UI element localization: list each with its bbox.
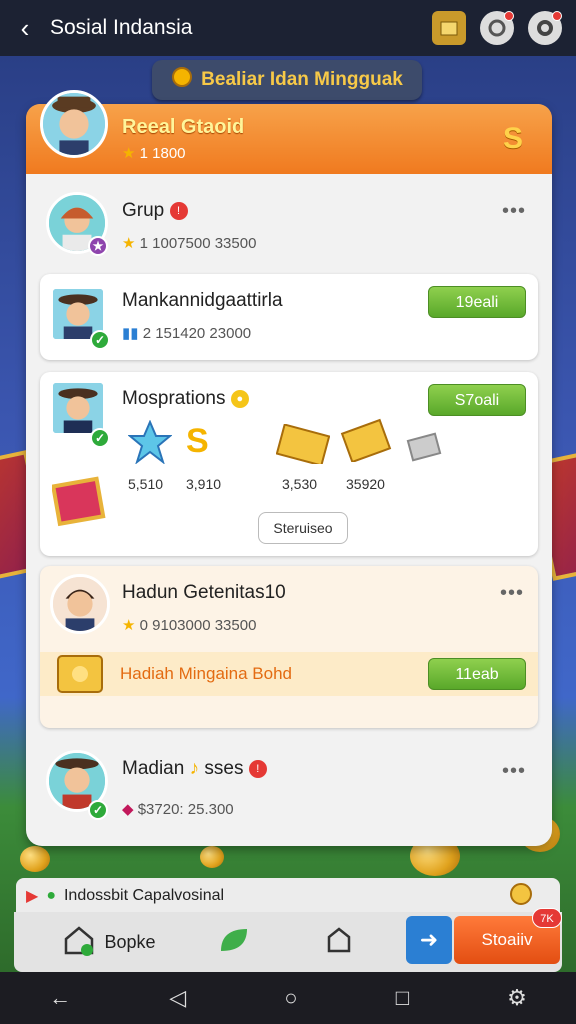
tab-home-label: Bopke (104, 931, 156, 952)
gold-box-icon (275, 423, 331, 469)
mosp-title: Mosprations ● (122, 388, 249, 410)
grup-title: Grup ! (122, 200, 188, 222)
share-button[interactable]: ➜ (406, 916, 452, 964)
status-dot-icon: ● (46, 887, 56, 904)
mosp-title-text: Mosprations (122, 388, 226, 409)
check-icon: ✓ (90, 428, 110, 448)
mankan-stat-value: 2 151420 23000 (142, 325, 252, 342)
coin-decoration (200, 846, 224, 868)
more-options-icon[interactable]: ••• (502, 200, 526, 223)
player-points: ★ 1 1800 (122, 144, 186, 162)
gem-icon: ◆ (122, 801, 134, 818)
grup-stat: ★ 1 1007500 33500 (122, 234, 256, 252)
madian-title-suffix: sses (204, 758, 244, 779)
madian-title-text: Madian (122, 758, 185, 779)
tab-leaf[interactable] (194, 912, 274, 972)
star-icon: ★ (122, 145, 136, 162)
notification-dot (504, 11, 514, 21)
badge-icon: ★ (88, 236, 108, 256)
hadun-title: Hadun Getenitas10 (122, 582, 286, 603)
chest-icon (50, 472, 108, 533)
coin-decoration (20, 846, 50, 872)
back-triangle-icon[interactable]: ◁ (169, 985, 186, 1011)
leaderboard-panel: Reeal Gtaoid ★ 1 1800 S ★ Grup ! ★ 1 100… (26, 90, 552, 846)
currency-badge[interactable]: S (496, 122, 530, 156)
madian-stat: ◆ $3720: 25.300 (122, 800, 234, 818)
app-bar: ‹ Sosial Indansia (0, 0, 576, 56)
gift-icon (54, 648, 106, 705)
app-title: Sosial Indansia (50, 16, 193, 39)
bottom-tab-bar: Bopke ➜ Stoaiiv 7K (14, 908, 562, 972)
hadun-stat-value: 0 9103000 33500 (139, 617, 257, 634)
madian-title: Madian ♪ sses ! (122, 758, 267, 780)
grup-title-text: Grup (122, 200, 165, 221)
shop-icon (324, 925, 354, 960)
banner-text: Bealiar Idan Mingguak (201, 69, 403, 90)
reward-value: 3,910 (186, 476, 222, 492)
mankan-stat: ▮▮ 2 151420 23000 (122, 324, 251, 342)
grup-stat-value: 1 1007500 33500 (139, 235, 257, 252)
claim-button[interactable]: 19eali (428, 286, 526, 318)
gold-chest-icon (340, 418, 392, 467)
hadun-stat: ★ 0 9103000 33500 (122, 616, 256, 634)
alert-dot: ! (169, 201, 188, 220)
avatar[interactable] (50, 574, 110, 634)
settings-dot (552, 11, 562, 21)
madian-stat-value: $3720: 25.300 (137, 801, 234, 818)
accessibility-icon[interactable]: ⚙ (507, 985, 527, 1011)
reward-value: 3,530 (282, 476, 318, 492)
list-item[interactable]: ✓ Mankannidgaattirla ▮▮ 2 151420 23000 1… (40, 274, 538, 360)
action-badge: 7K (532, 908, 562, 928)
coin-icon (508, 882, 534, 911)
secondary-button[interactable]: Steruiseo (258, 512, 348, 544)
more-options-icon[interactable]: ••• (500, 582, 524, 605)
reward-value: 5,510 (128, 476, 164, 492)
star-reward-icon (127, 419, 173, 469)
coin-dot: ● (230, 389, 249, 408)
list-item[interactable]: ✓ Mosprations ● S7oali S 5,510 3,910 3,5… (40, 372, 538, 556)
claim-button[interactable]: S7oali (428, 384, 526, 416)
settings-icon[interactable] (528, 11, 562, 45)
player-name: Reeal Gtaoid (122, 116, 245, 138)
star-icon: ★ (122, 235, 136, 252)
home-circle-icon[interactable]: ○ (284, 985, 297, 1011)
notification-strip[interactable]: ▶ ● Indossbit Capalvosinal (16, 878, 560, 914)
home-icon (62, 923, 96, 962)
player-points-value: 1 1800 (139, 145, 186, 162)
list-item[interactable]: Hadun Getenitas10 ★ 0 9103000 33500 ••• … (40, 566, 538, 728)
chart-icon: ▮▮ (122, 325, 139, 342)
system-nav-bar: ← ◁ ○ □ ⚙ (0, 972, 576, 1024)
star-icon: ★ (122, 617, 136, 634)
hadiah-title: Hadiah Mingaina Bohd (120, 664, 293, 683)
recents-square-icon[interactable]: □ (396, 985, 409, 1011)
check-icon: ✓ (90, 330, 110, 350)
silver-box-icon (406, 432, 442, 467)
avatar[interactable] (40, 90, 108, 158)
check-icon: ✓ (88, 800, 108, 820)
puzzle-icon[interactable] (432, 11, 466, 45)
notification-text: Indossbit Capalvosinal (63, 887, 225, 904)
banana-icon: ♪ (189, 758, 200, 779)
leaf-icon (217, 925, 251, 960)
claim-button[interactable]: 11eab (428, 658, 526, 690)
back-button[interactable]: ‹ (0, 0, 50, 56)
more-options-icon[interactable]: ••• (502, 760, 526, 783)
weekly-banner[interactable]: Bealiar Idan Mingguak (152, 60, 422, 100)
tab-home[interactable]: Bopke (34, 912, 184, 972)
hadiah-row[interactable]: Hadiah Mingaina Bohd 11eab (40, 652, 538, 696)
notification-icon[interactable] (480, 11, 514, 45)
reward-value: 35920 (346, 476, 385, 492)
alert-dot: ! (248, 759, 267, 778)
panel-header: Reeal Gtaoid ★ 1 1800 S (26, 90, 552, 174)
play-icon: ▶ (26, 888, 39, 905)
back-arrow-icon[interactable]: ← (49, 985, 71, 1011)
tab-shop[interactable] (304, 912, 374, 972)
mankan-title: Mankannidgaattirla (122, 290, 283, 311)
currency-reward-icon: S (186, 422, 209, 460)
coin-icon (171, 66, 193, 94)
